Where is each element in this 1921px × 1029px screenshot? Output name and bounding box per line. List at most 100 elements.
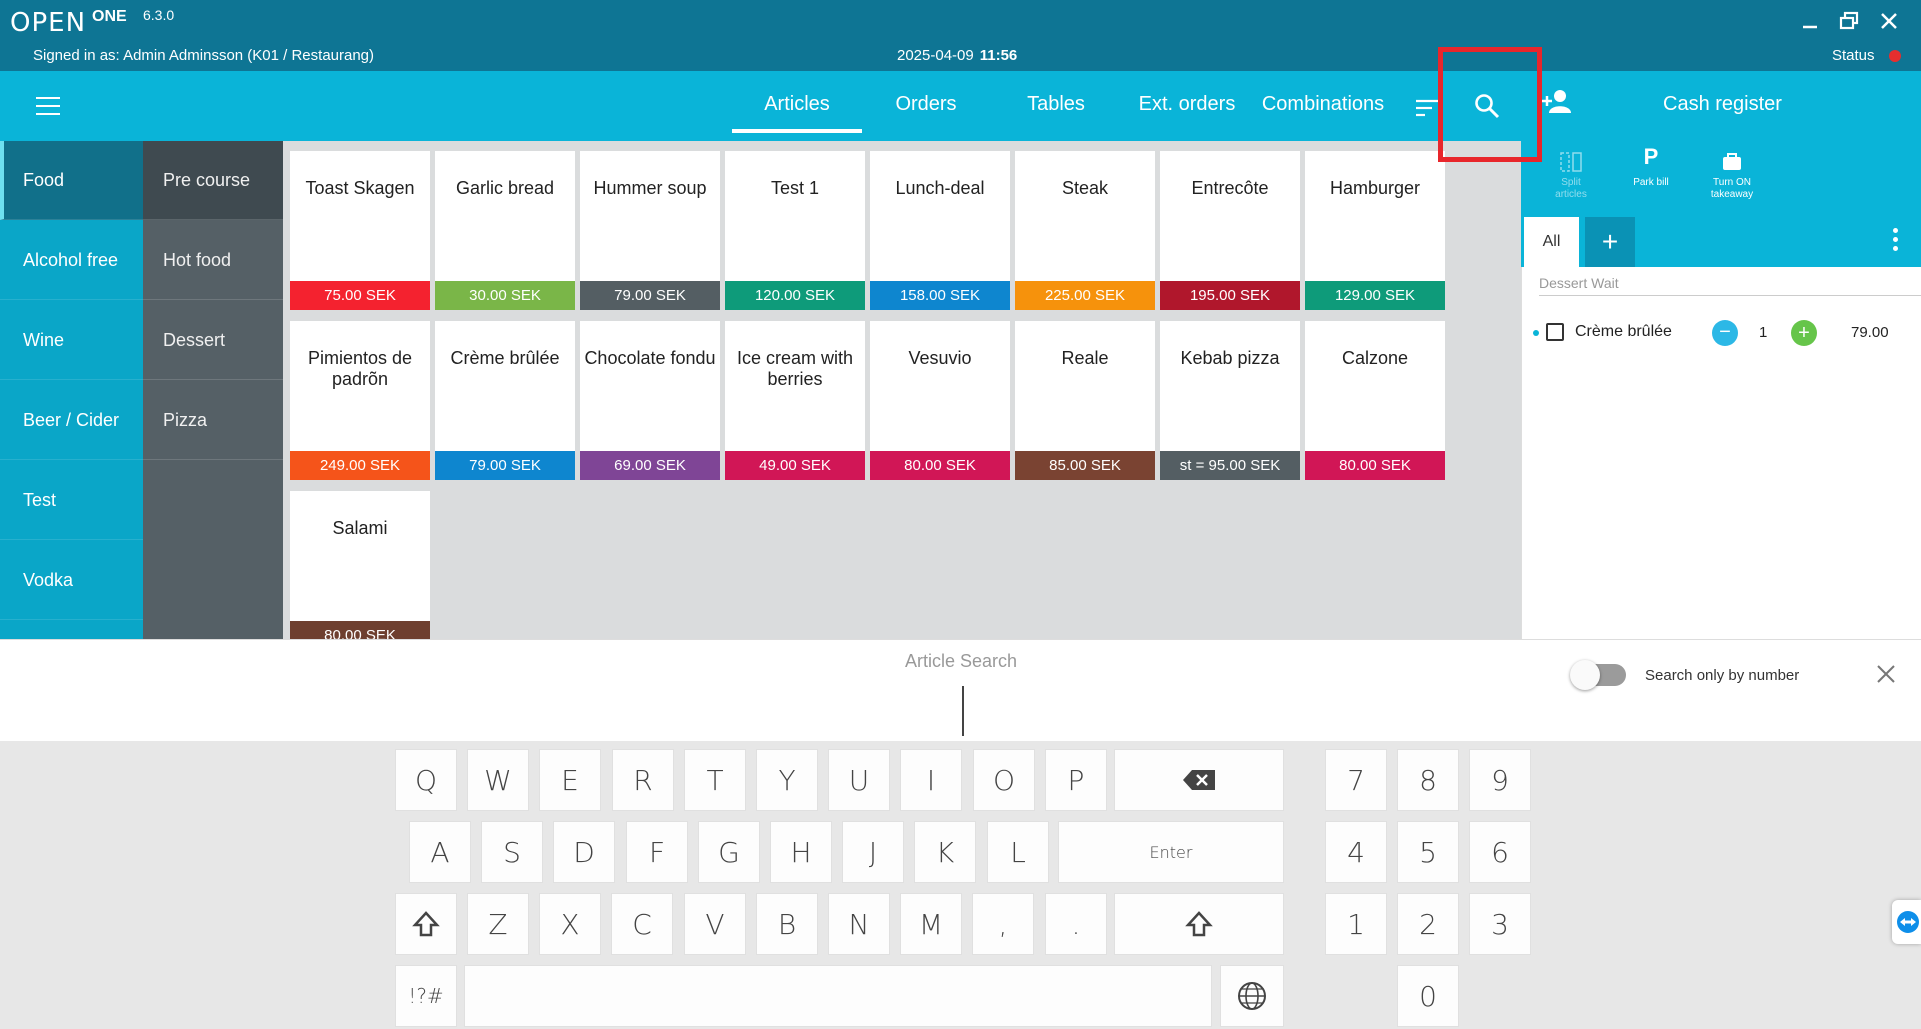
- article-card[interactable]: Ice cream with berries 49.00 SEK: [725, 321, 865, 480]
- tab-articles[interactable]: Articles: [732, 93, 862, 133]
- numpad-key-1[interactable]: 1: [1325, 893, 1387, 955]
- article-card[interactable]: Hummer soup 79.00 SEK: [580, 151, 720, 310]
- article-name: Vesuvio: [908, 348, 972, 368]
- sort-icon[interactable]: [1415, 99, 1439, 117]
- tab-ext-orders[interactable]: Ext. orders: [1132, 93, 1242, 116]
- numpad-key-7[interactable]: 7: [1325, 749, 1387, 811]
- space-key[interactable]: [464, 965, 1212, 1027]
- key-m[interactable]: M: [900, 893, 962, 955]
- key-z[interactable]: Z: [467, 893, 529, 955]
- key-w[interactable]: W: [467, 749, 529, 811]
- key-a[interactable]: A: [409, 821, 471, 883]
- category-test[interactable]: Test: [0, 461, 143, 540]
- key-u[interactable]: U: [828, 749, 890, 811]
- order-item[interactable]: Crème brûlée − 1 + 79.00: [1521, 316, 1921, 350]
- restore-button[interactable]: [1834, 8, 1864, 34]
- subcategory-hot-food[interactable]: Hot food: [143, 221, 283, 300]
- article-card[interactable]: Reale 85.00 SEK: [1015, 321, 1155, 480]
- tab-tables[interactable]: Tables: [1006, 93, 1106, 116]
- backspace-key[interactable]: [1114, 749, 1284, 811]
- category-wine[interactable]: Wine: [0, 301, 143, 380]
- key-t[interactable]: T: [684, 749, 746, 811]
- enter-key[interactable]: Enter: [1058, 821, 1284, 883]
- shift-right-key[interactable]: [1114, 893, 1284, 955]
- category-alcohol-free[interactable]: Alcohol free: [0, 221, 143, 300]
- key-o[interactable]: O: [973, 749, 1035, 811]
- order-item-checkbox[interactable]: [1546, 323, 1564, 341]
- symbols-key[interactable]: !?#: [395, 965, 457, 1027]
- key-s[interactable]: S: [481, 821, 543, 883]
- key-j[interactable]: J: [842, 821, 904, 883]
- numpad-key-6[interactable]: 6: [1469, 821, 1531, 883]
- key-comma[interactable]: ,: [972, 893, 1034, 955]
- tab-combinations[interactable]: Combinations: [1258, 93, 1388, 116]
- key-period[interactable]: .: [1045, 893, 1107, 955]
- article-card[interactable]: Toast Skagen 75.00 SEK: [290, 151, 430, 310]
- key-d[interactable]: D: [553, 821, 615, 883]
- article-card[interactable]: Crème brûlée 79.00 SEK: [435, 321, 575, 480]
- language-key[interactable]: [1220, 965, 1284, 1027]
- article-card[interactable]: Garlic bread 30.00 SEK: [435, 151, 575, 310]
- article-card[interactable]: Kebab pizza st = 95.00 SEK: [1160, 321, 1300, 480]
- teamviewer-widget[interactable]: [1892, 900, 1921, 944]
- article-card[interactable]: Pimientos de padrõn 249.00 SEK: [290, 321, 430, 480]
- more-options-icon[interactable]: [1890, 228, 1900, 254]
- numpad-key-3[interactable]: 3: [1469, 893, 1531, 955]
- article-card[interactable]: Calzone 80.00 SEK: [1305, 321, 1445, 480]
- key-i[interactable]: I: [900, 749, 962, 811]
- close-window-button[interactable]: [1874, 8, 1904, 34]
- key-h[interactable]: H: [770, 821, 832, 883]
- subcategory-pizza[interactable]: Pizza: [143, 381, 283, 460]
- key-f[interactable]: F: [626, 821, 688, 883]
- key-b[interactable]: B: [756, 893, 818, 955]
- subcategory-dessert[interactable]: Dessert: [143, 301, 283, 380]
- key-x[interactable]: X: [539, 893, 601, 955]
- decrease-quantity-button[interactable]: −: [1712, 320, 1738, 346]
- close-search-icon[interactable]: [1874, 662, 1898, 686]
- search-input-cursor[interactable]: [962, 686, 964, 736]
- increase-quantity-button[interactable]: +: [1791, 320, 1817, 346]
- park-bill-button[interactable]: P Park bill: [1621, 146, 1681, 189]
- add-customer-icon[interactable]: [1541, 89, 1573, 115]
- minimize-button[interactable]: [1795, 8, 1825, 34]
- numpad-key-8[interactable]: 8: [1397, 749, 1459, 811]
- tab-orders[interactable]: Orders: [876, 93, 976, 116]
- article-card[interactable]: Entrecôte 195.00 SEK: [1160, 151, 1300, 310]
- add-bill-button[interactable]: +: [1585, 217, 1635, 267]
- takeaway-button[interactable]: Turn ON takeaway: [1699, 151, 1765, 201]
- numpad-key-0[interactable]: 0: [1397, 965, 1459, 1027]
- key-r[interactable]: R: [612, 749, 674, 811]
- numpad-key-2[interactable]: 2: [1397, 893, 1459, 955]
- split-articles-button[interactable]: Split articles: [1541, 151, 1601, 201]
- article-name: Entrecôte: [1191, 178, 1269, 198]
- key-e[interactable]: E: [539, 749, 601, 811]
- article-card[interactable]: Lunch-deal 158.00 SEK: [870, 151, 1010, 310]
- key-v[interactable]: V: [684, 893, 746, 955]
- category-food[interactable]: Food: [0, 141, 143, 220]
- category-vodka[interactable]: Vodka: [0, 541, 143, 620]
- article-card[interactable]: Chocolate fondu 69.00 SEK: [580, 321, 720, 480]
- key-n[interactable]: N: [828, 893, 890, 955]
- tab-all-bills[interactable]: All: [1524, 217, 1579, 267]
- status-label[interactable]: Status: [1832, 47, 1875, 64]
- article-card[interactable]: Vesuvio 80.00 SEK: [870, 321, 1010, 480]
- key-y[interactable]: Y: [756, 749, 818, 811]
- article-card[interactable]: Salami 80.00 SEK: [290, 491, 430, 639]
- article-card[interactable]: Test 1 120.00 SEK: [725, 151, 865, 310]
- numpad-key-9[interactable]: 9: [1469, 749, 1531, 811]
- article-card[interactable]: Steak 225.00 SEK: [1015, 151, 1155, 310]
- key-l[interactable]: L: [987, 821, 1049, 883]
- article-card[interactable]: Hamburger 129.00 SEK: [1305, 151, 1445, 310]
- key-q[interactable]: Q: [395, 749, 457, 811]
- shift-left-key[interactable]: [395, 893, 457, 955]
- key-c[interactable]: C: [611, 893, 673, 955]
- menu-button[interactable]: [36, 97, 60, 115]
- category-beer-cider[interactable]: Beer / Cider: [0, 381, 143, 460]
- subcategory-pre-course[interactable]: Pre course: [143, 141, 283, 220]
- numpad-key-4[interactable]: 4: [1325, 821, 1387, 883]
- key-g[interactable]: G: [698, 821, 760, 883]
- key-k[interactable]: K: [914, 821, 976, 883]
- number-only-toggle[interactable]: [1570, 660, 1626, 690]
- numpad-key-5[interactable]: 5: [1397, 821, 1459, 883]
- key-p[interactable]: P: [1045, 749, 1107, 811]
